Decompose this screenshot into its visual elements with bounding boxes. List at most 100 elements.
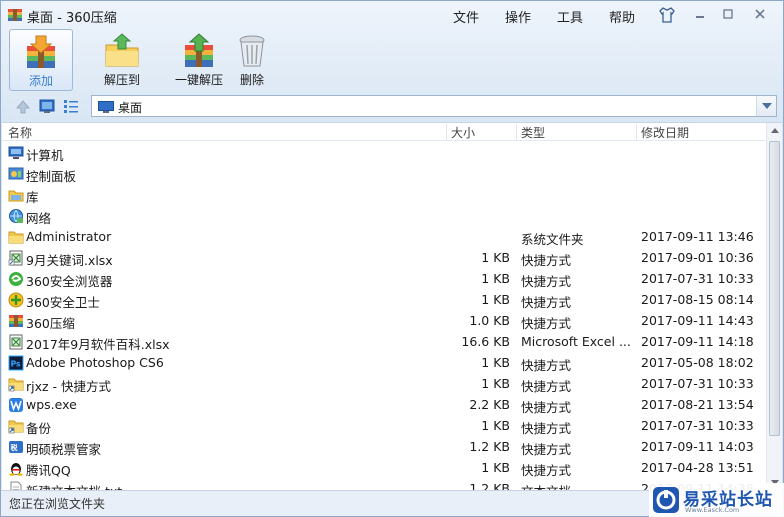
file-name: 2017年9月软件百科.xlsx [26,337,170,352]
file-type: 快捷方式 [521,358,572,373]
file-date: 2017-05-08 18:02 [641,355,754,370]
file-size: 16.6 KB [461,334,510,349]
file-rows: 计算机 控制面板库网络 Administrator 系统文件夹 2017-09-11 1… [2,142,766,490]
easck-logo-icon [653,487,679,513]
file-row[interactable]: 备份 1 KB 快捷方式 2017-07-31 10:33 [2,415,766,436]
trash-can-icon [239,35,265,67]
file-row[interactable]: rjxz - 快捷方式 1 KB 快捷方式 2017-07-31 10:33 [2,373,766,394]
text-file-icon [10,481,22,490]
column-header-name[interactable]: 名称 [8,124,32,141]
file-type: 系统文件夹 [521,232,584,247]
list-view-icon[interactable] [63,99,79,114]
file-name: rjxz - 快捷方式 [26,379,112,394]
file-type: 快捷方式 [521,295,572,310]
guard-360-icon [8,292,24,308]
file-size: 1 KB [481,460,510,475]
file-row[interactable]: 2017年9月软件百科.xlsx 16.6 KB Microsoft Excel .… [2,331,766,352]
site-watermark: 易采站长站 Www.Easck.Com [649,483,784,517]
close-button[interactable] [747,6,773,22]
network-icon [9,209,23,223]
file-name: 控制面板 [26,169,77,184]
file-row[interactable]: Ps Adobe Photoshop CS6 1 KB 快捷方式 2017-05-08 … [2,352,766,373]
file-row[interactable]: 360安全卫士 1 KB 快捷方式 2017-08-15 08:14 [2,289,766,310]
file-date: 2017-09-11 14:43 [641,313,754,328]
skin-tshirt-icon[interactable] [658,6,676,24]
wps-icon [9,398,23,412]
column-header-date[interactable]: 修改日期 [636,124,766,141]
qq-icon [9,463,23,476]
file-name: 新建文本文档.txt [26,481,122,490]
large-icon-view-icon[interactable] [39,99,55,114]
add-archive-icon [27,35,55,68]
file-date: 2017-07-31 10:33 [641,376,754,391]
column-header-type[interactable]: 类型 [516,124,636,141]
folder-icon [8,231,24,244]
photoshop-icon: Ps [8,355,24,371]
file-row[interactable]: Administrator 系统文件夹 2017-09-11 13:46 [2,226,766,247]
file-size: 1 KB [481,376,510,391]
file-row[interactable]: 库 [2,184,766,205]
list-header: 名称 大小 类型 修改日期 [2,123,766,141]
file-row[interactable]: 360压缩 1.0 KB 快捷方式 2017-09-11 14:43 [2,310,766,331]
library-icon [8,190,24,202]
column-header-size[interactable]: 大小 [446,124,516,141]
file-row[interactable]: 9月关键词.xlsx 1 KB 快捷方式 2017-09-01 10:36 [2,247,766,268]
menu-help[interactable]: 帮助 [609,7,635,26]
file-name: 计算机 [26,148,64,163]
file-row[interactable]: 腾讯QQ 1 KB 快捷方式 2017-04-28 13:51 [2,457,766,478]
file-size: 1.0 KB [469,313,510,328]
delete-label: 删除 [239,73,264,87]
excel-shortcut-icon [8,250,23,266]
up-folder-icon[interactable] [15,99,31,115]
file-row[interactable]: 税明硕税票管家 1.2 KB 快捷方式 2017-09-11 14:03 [2,436,766,457]
file-size: 1 KB [481,292,510,307]
file-type: 快捷方式 [521,253,572,268]
file-list: 名称 大小 类型 修改日期 计算机 控制面板库网络 Administrator 系统文… [2,122,782,490]
file-name: Adobe Photoshop CS6 [26,355,164,370]
scroll-thumb[interactable] [769,141,780,436]
menu-tools[interactable]: 工具 [557,7,583,26]
zip-360-logo-icon [8,9,22,21]
control-panel-icon [8,167,24,180]
excel-file-icon [9,334,23,350]
file-type: 快捷方式 [521,316,572,331]
delete-button[interactable]: 删除 [229,29,275,91]
file-type: 快捷方式 [521,421,572,436]
watermark-url: Www.Easck.Com [685,506,740,514]
file-row[interactable]: wps.exe 2.2 KB 快捷方式 2017-08-21 13:54 [2,394,766,415]
file-size: 2.2 KB [469,397,510,412]
file-name: 备份 [26,421,52,436]
zip-360-icon [9,315,23,327]
extract-to-button[interactable]: 解压到 [87,29,157,91]
file-size: 1 KB [481,250,510,265]
file-date: 2017-09-11 13:46 [641,229,754,244]
file-type: 快捷方式 [521,400,572,415]
vertical-scrollbar[interactable] [766,123,782,490]
file-size: 1.2 KB [469,481,510,490]
scroll-up-icon[interactable] [771,128,779,133]
menu-operation[interactable]: 操作 [505,7,531,26]
status-text: 您正在浏览文件夹 [9,497,106,511]
file-date: 2017-04-28 13:51 [641,460,754,475]
address-bar[interactable]: 桌面 [91,95,777,117]
file-type: 快捷方式 [521,463,572,478]
menu-file[interactable]: 文件 [453,7,479,26]
file-row[interactable]: 控制面板 [2,163,766,184]
app-window: 桌面 - 360压缩 文件 操作 工具 帮助 添加 解压到 一键解压 删除 桌面… [0,0,784,517]
file-date: 2017-07-31 10:33 [641,418,754,433]
file-name: 360安全卫士 [26,295,100,310]
maximize-button[interactable] [719,6,737,22]
address-dropdown-button[interactable] [756,96,776,116]
file-type: Microsoft Excel ... [521,334,631,349]
file-type: 快捷方式 [521,274,572,289]
computer-icon [8,146,24,159]
file-row[interactable]: 360安全浏览器 1 KB 快捷方式 2017-07-31 10:33 [2,268,766,289]
minimize-button[interactable] [691,6,709,22]
extract-folder-icon [105,33,139,67]
file-type: 快捷方式 [521,442,572,457]
file-row[interactable]: 计算机 [2,142,766,163]
file-name: 腾讯QQ [26,463,71,478]
add-button[interactable]: 添加 [9,29,73,91]
file-name: 360安全浏览器 [26,274,113,289]
file-row[interactable]: 网络 [2,205,766,226]
